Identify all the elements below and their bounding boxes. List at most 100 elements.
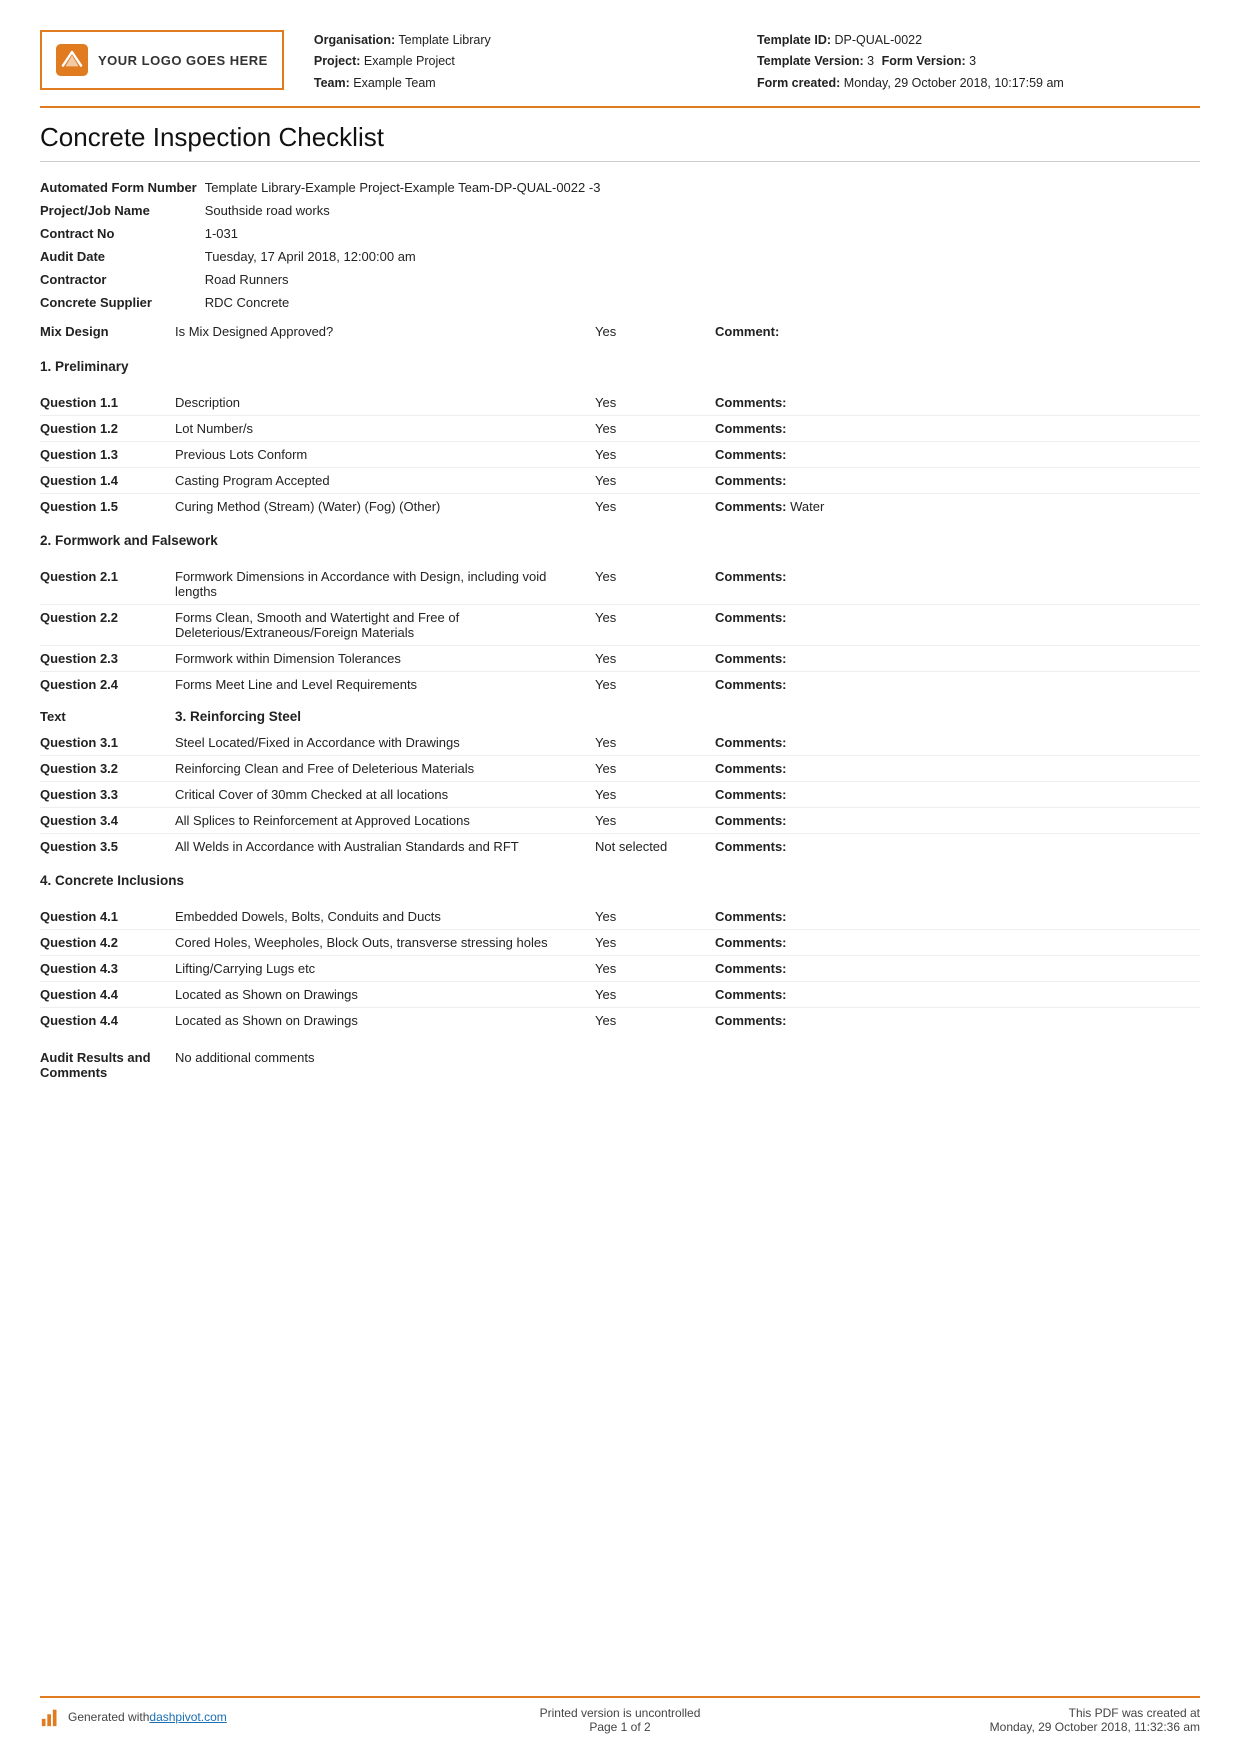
comment-label: Comments: (715, 499, 787, 514)
section-title: 1. Preliminary (40, 357, 1200, 376)
q-label: Question 4.4 (40, 1007, 175, 1033)
footer-left: Generated with dashpivot.com (40, 1706, 427, 1728)
comment-label: Comments: (715, 395, 787, 410)
page: YOUR LOGO GOES HERE Organisation: Templa… (0, 0, 1240, 1754)
comment-label: Comments: (715, 839, 787, 854)
doc-title: Concrete Inspection Checklist (40, 122, 1200, 162)
q-label: Question 4.3 (40, 955, 175, 981)
q-comment: Comments: (715, 904, 1200, 930)
checklist-row: Question 1.2 Lot Number/s Yes Comments: (40, 415, 1200, 441)
section-2: Text3. Reinforcing Steel Question 3.1 St… (40, 709, 1200, 859)
comment-label: Comments: (715, 447, 787, 462)
checklist-row: Question 4.3 Lifting/Carrying Lugs etc Y… (40, 955, 1200, 981)
form-created-row: Form created: Monday, 29 October 2018, 1… (757, 73, 1200, 94)
info-row: Contractor Road Runners (40, 268, 1200, 291)
audit-results-label: Audit Results and Comments (40, 1045, 175, 1085)
header-meta: Organisation: Template Library Project: … (314, 30, 1200, 94)
info-row: Concrete Supplier RDC Concrete (40, 291, 1200, 314)
template-id-value: DP-QUAL-0022 (835, 33, 923, 47)
section-3-table: Question 4.1 Embedded Dowels, Bolts, Con… (40, 904, 1200, 1033)
q-question: Formwork Dimensions in Accordance with D… (175, 564, 595, 605)
q-answer: Yes (595, 441, 715, 467)
comment-label: Comments: (715, 909, 787, 924)
info-value: Template Library-Example Project-Example… (205, 176, 1200, 199)
q-comment: Comments: (715, 467, 1200, 493)
q-answer: Yes (595, 981, 715, 1007)
section-0: 1. Preliminary Question 1.1 Description … (40, 357, 1200, 519)
project-value: Example Project (364, 54, 455, 68)
q-label: Question 2.4 (40, 671, 175, 697)
q-comment: Comments: (715, 564, 1200, 605)
audit-results-value: No additional comments (175, 1045, 1200, 1085)
comment-label: Comments: (715, 787, 787, 802)
section-1: 2. Formwork and Falsework Question 2.1 F… (40, 531, 1200, 697)
q-answer: Yes (595, 929, 715, 955)
footer-center-line2: Page 1 of 2 (427, 1720, 814, 1734)
team-row: Team: Example Team (314, 73, 757, 94)
checklist-row: Question 2.2 Forms Clean, Smooth and Wat… (40, 604, 1200, 645)
checklist-row: Question 3.2 Reinforcing Clean and Free … (40, 755, 1200, 781)
q-question: All Splices to Reinforcement at Approved… (175, 807, 595, 833)
q-label: Question 1.3 (40, 441, 175, 467)
info-row: Project/Job Name Southside road works (40, 199, 1200, 222)
q-question: Forms Meet Line and Level Requirements (175, 671, 595, 697)
section-title: 3. Reinforcing Steel (175, 709, 301, 724)
q-label: Question 1.1 (40, 390, 175, 416)
form-created-value: Monday, 29 October 2018, 10:17:59 am (844, 76, 1064, 90)
comment-label: Comments: (715, 935, 787, 950)
q-comment: Comments: (715, 1007, 1200, 1033)
q-label: Question 1.4 (40, 467, 175, 493)
q-question: Reinforcing Clean and Free of Deleteriou… (175, 755, 595, 781)
comment-label: Comments: (715, 735, 787, 750)
comment-label: Comments: (715, 421, 787, 436)
q-question: Formwork within Dimension Tolerances (175, 645, 595, 671)
q-comment: Comments: (715, 833, 1200, 859)
info-label: Contract No (40, 222, 205, 245)
form-created-label: Form created: (757, 76, 840, 90)
checklist-row: Question 2.1 Formwork Dimensions in Acco… (40, 564, 1200, 605)
sections-container: 1. Preliminary Question 1.1 Description … (40, 345, 1200, 1037)
q-label: Question 2.1 (40, 564, 175, 605)
info-row: Automated Form Number Template Library-E… (40, 176, 1200, 199)
form-version-label: Form Version: (882, 54, 966, 68)
q-comment: Comments: (715, 807, 1200, 833)
info-label: Concrete Supplier (40, 291, 205, 314)
q-answer: Yes (595, 493, 715, 519)
header-meta-left: Organisation: Template Library Project: … (314, 30, 757, 94)
audit-results-table: Audit Results and Comments No additional… (40, 1045, 1200, 1085)
checklist-row: Question 3.3 Critical Cover of 30mm Chec… (40, 781, 1200, 807)
q-question: Embedded Dowels, Bolts, Conduits and Duc… (175, 904, 595, 930)
footer-right-line1: This PDF was created at (813, 1706, 1200, 1720)
checklist-row: Question 1.1 Description Yes Comments: (40, 390, 1200, 416)
q-comment: Comments: (715, 955, 1200, 981)
comment-label: Comments: (715, 961, 787, 976)
header-meta-right: Template ID: DP-QUAL-0022 Template Versi… (757, 30, 1200, 94)
dashpivot-link[interactable]: dashpivot.com (149, 1710, 226, 1724)
q-question: Cored Holes, Weepholes, Block Outs, tran… (175, 929, 595, 955)
checklist-row: Question 4.4 Located as Shown on Drawing… (40, 1007, 1200, 1033)
comment-label: Comments: (715, 987, 787, 1002)
info-label: Project/Job Name (40, 199, 205, 222)
q-answer: Yes (595, 955, 715, 981)
footer-generated-text: Generated with (68, 1710, 149, 1724)
info-label: Automated Form Number (40, 176, 205, 199)
q-label: Question 3.3 (40, 781, 175, 807)
q-label: Question 2.3 (40, 645, 175, 671)
logo-icon (56, 44, 88, 76)
project-row: Project: Example Project (314, 51, 757, 72)
checklist-row: Question 3.4 All Splices to Reinforcemen… (40, 807, 1200, 833)
checklist-row: Question 2.3 Formwork within Dimension T… (40, 645, 1200, 671)
q-comment: Comments: (715, 415, 1200, 441)
q-answer: Yes (595, 755, 715, 781)
q-comment: Comments: (715, 671, 1200, 697)
logo-text: YOUR LOGO GOES HERE (98, 53, 268, 68)
logo-area: YOUR LOGO GOES HERE (40, 30, 284, 90)
audit-results-section: Audit Results and Comments No additional… (40, 1045, 1200, 1089)
section-title: 2. Formwork and Falsework (40, 531, 1200, 550)
comment-label: Comments: (715, 569, 787, 584)
mix-design-question: Is Mix Designed Approved? (175, 324, 595, 339)
q-question: Previous Lots Conform (175, 441, 595, 467)
q-comment: Comments: (715, 781, 1200, 807)
q-label: Question 1.5 (40, 493, 175, 519)
q-label: Question 3.1 (40, 730, 175, 756)
